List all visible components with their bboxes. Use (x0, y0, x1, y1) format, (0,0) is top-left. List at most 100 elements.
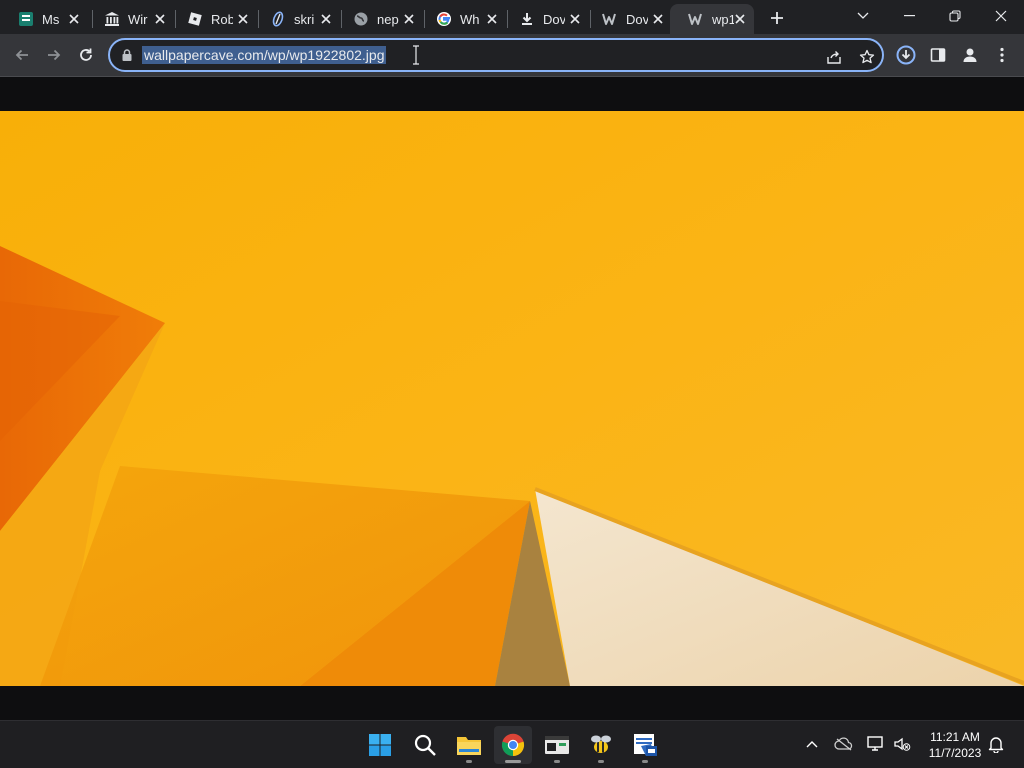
close-icon[interactable] (484, 11, 500, 27)
notifications-button[interactable] (986, 734, 1006, 754)
google-icon (436, 11, 452, 27)
side-panel-icon (930, 48, 946, 62)
share-button[interactable] (823, 46, 845, 68)
tab-label: Wh (460, 11, 480, 27)
running-indicator (505, 760, 521, 763)
tab-3[interactable]: Rob (169, 4, 257, 34)
taskbar-file-explorer[interactable] (450, 726, 488, 764)
terminal-app-icon (545, 736, 569, 754)
arrow-right-icon (48, 49, 61, 61)
globe-icon (353, 11, 369, 27)
download-progress-icon (896, 45, 916, 65)
tab-label: Ms (42, 11, 60, 27)
bookmark-button[interactable] (856, 46, 878, 68)
restore-button[interactable] (932, 0, 978, 32)
spreadsheet-app-icon (634, 734, 657, 756)
tab-5[interactable]: nep (335, 4, 423, 34)
document-icon (18, 11, 34, 27)
running-indicator (598, 760, 604, 763)
network-tray[interactable] (866, 734, 886, 754)
taskbar-clock[interactable]: 11:21 AM 11/7/2023 (920, 729, 990, 761)
close-icon[interactable] (235, 11, 251, 27)
tab-label: wp1 (712, 11, 734, 27)
chevron-up-icon (806, 741, 818, 748)
tab-8[interactable]: Dov (584, 4, 672, 34)
arrow-left-icon (15, 49, 28, 61)
close-icon[interactable] (567, 11, 583, 27)
star-icon (859, 49, 875, 64)
downloads-button[interactable] (892, 41, 920, 69)
taskbar-app-terminal[interactable] (538, 726, 576, 764)
forward-button[interactable] (40, 41, 68, 69)
reload-button[interactable] (72, 41, 100, 69)
wallpaper-image (0, 111, 1024, 686)
page-viewport (0, 78, 1024, 720)
close-icon[interactable] (152, 11, 168, 27)
tab-4[interactable]: skri (252, 4, 340, 34)
tab-label: skri (294, 11, 315, 27)
profile-button[interactable] (956, 41, 984, 69)
running-indicator (554, 760, 560, 763)
text-cursor-icon (411, 45, 421, 65)
menu-button[interactable] (988, 41, 1016, 69)
tab-7[interactable]: Dov (501, 4, 589, 34)
taskbar-chrome[interactable] (494, 726, 532, 764)
windows-taskbar: 11:21 AM 11/7/2023 (0, 720, 1024, 768)
tab-label: Dov (543, 11, 565, 27)
back-button[interactable] (8, 41, 36, 69)
running-indicator (642, 760, 648, 763)
onedrive-tray[interactable] (834, 734, 854, 754)
running-indicator (466, 760, 472, 763)
close-icon[interactable] (66, 11, 82, 27)
show-hidden-icons-button[interactable] (802, 734, 822, 754)
restore-icon (949, 10, 961, 22)
chrome-icon (501, 733, 525, 757)
tab-2[interactable]: Wir (86, 4, 174, 34)
close-icon (995, 10, 1007, 22)
avatar-icon (963, 48, 977, 62)
network-icon (867, 736, 883, 751)
tab-label: Rob (211, 11, 233, 27)
address-bar[interactable]: wallpapercave.com/wp/wp1922802.jpg (108, 38, 884, 72)
minimize-button[interactable] (886, 0, 932, 32)
bee-app-icon (591, 735, 611, 753)
volume-tray[interactable] (892, 734, 912, 754)
roblox-icon (187, 11, 203, 27)
volume-muted-icon (894, 737, 911, 751)
taskbar-app-spreadsheet[interactable] (626, 726, 664, 764)
pen-icon (270, 11, 286, 27)
bell-icon (988, 737, 1004, 753)
cloud-offline-icon (834, 737, 853, 751)
clock-time: 11:21 AM (930, 730, 980, 744)
taskbar-search-button[interactable] (406, 726, 444, 764)
new-tab-button[interactable] (765, 6, 789, 30)
plus-icon (771, 12, 783, 24)
close-icon[interactable] (732, 11, 748, 27)
tab-1[interactable]: Ms (0, 4, 88, 34)
reload-icon (80, 48, 92, 61)
tab-strip: Ms Wir Rob skri nep Wh Dov Dov wp1 (0, 0, 1024, 34)
tab-6[interactable]: Wh (418, 4, 506, 34)
tab-9-active[interactable]: wp1 (670, 4, 754, 34)
close-window-button[interactable] (978, 0, 1024, 32)
close-icon[interactable] (318, 11, 334, 27)
address-url-text[interactable]: wallpapercave.com/wp/wp1922802.jpg (142, 46, 387, 64)
tab-label: Dov (626, 11, 648, 27)
wallpapercave-icon (602, 11, 618, 27)
search-icon (414, 734, 436, 756)
close-icon[interactable] (401, 11, 417, 27)
file-explorer-icon (457, 737, 481, 755)
start-icon (369, 734, 391, 756)
side-panel-button[interactable] (924, 41, 952, 69)
minimize-icon (903, 15, 915, 17)
museum-icon (104, 11, 120, 27)
close-icon[interactable] (650, 11, 666, 27)
browser-toolbar: wallpapercave.com/wp/wp1922802.jpg (0, 34, 1024, 77)
start-button[interactable] (361, 726, 399, 764)
tab-label: Wir (128, 11, 148, 27)
kebab-menu-icon (1000, 47, 1004, 63)
lock-icon[interactable] (120, 48, 134, 62)
share-icon (827, 51, 841, 64)
taskbar-app-bee[interactable] (582, 726, 620, 764)
tab-search-button[interactable] (840, 0, 886, 32)
